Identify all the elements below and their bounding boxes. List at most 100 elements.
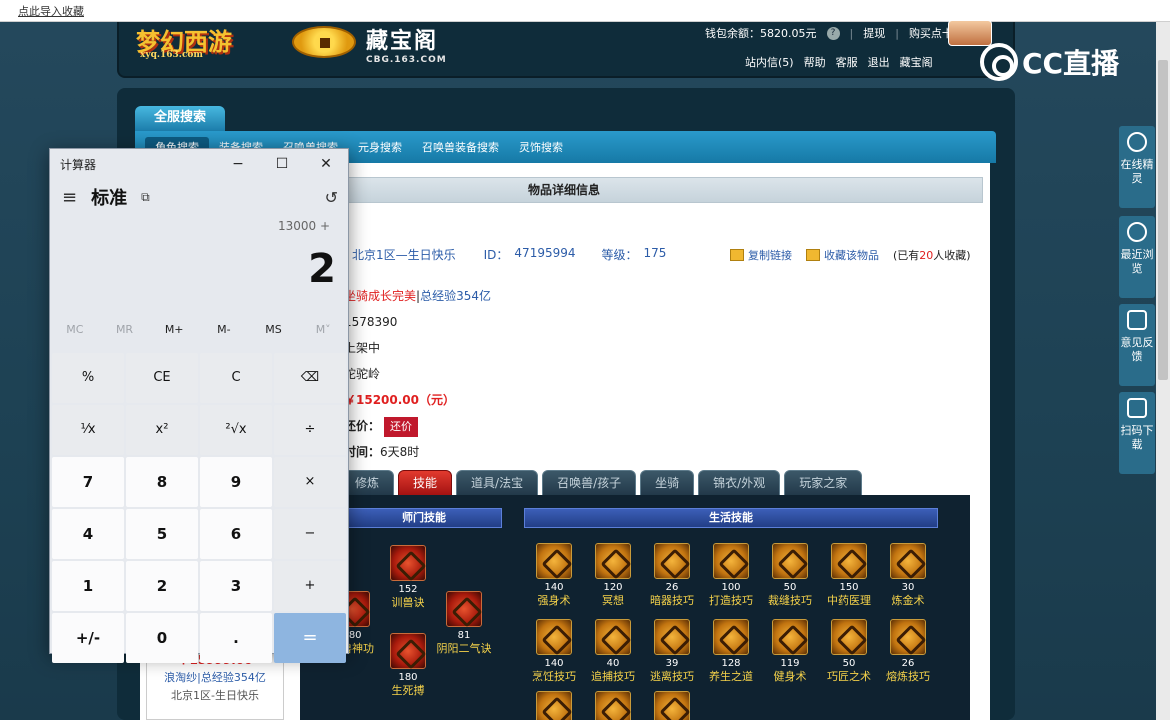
nav-logout[interactable]: 退出 — [868, 54, 890, 70]
sprite-icon — [1127, 132, 1147, 152]
reciprocal-button[interactable]: ¹⁄x — [52, 405, 124, 455]
life-skill[interactable]: 150 中药医理 — [821, 543, 877, 608]
school-skill[interactable]: 152 训兽诀 — [380, 545, 436, 610]
school-skill[interactable]: 81 阴阳二气诀 — [436, 591, 492, 656]
digit-2-button[interactable]: 2 — [126, 561, 198, 611]
rail-recent[interactable]: 最近浏览 — [1119, 216, 1155, 298]
nav-help[interactable]: 帮助 — [804, 54, 826, 70]
life-skill[interactable]: 26 暗器技巧 — [644, 543, 700, 608]
rail-online-sprite[interactable]: 在线精灵 — [1119, 126, 1155, 208]
skill-level: 81 — [457, 630, 471, 641]
server-name[interactable]: 北京1区—生日快乐 — [352, 246, 456, 263]
maximize-icon[interactable]: ☐ — [260, 149, 304, 179]
life-skill[interactable]: 140 烹饪技巧 — [526, 619, 582, 684]
memory-add-button[interactable]: M+ — [149, 313, 199, 347]
rail-scan-download[interactable]: 扫码下载 — [1119, 392, 1155, 474]
life-skill[interactable]: 40 追捕技巧 — [585, 619, 641, 684]
life-skill[interactable]: 39 逃离技巧 — [644, 619, 700, 684]
skill-icon — [595, 691, 631, 720]
buy-card-link[interactable]: 购买点卡 — [909, 25, 953, 41]
life-skill[interactable]: 50 巧匠之术 — [821, 619, 877, 684]
clear-entry-button[interactable]: CE — [126, 353, 198, 403]
digit-7-button[interactable]: 7 — [52, 457, 124, 507]
skill-level: 180 — [398, 672, 418, 683]
life-skill[interactable]: 140 强身术 — [526, 543, 582, 608]
digit-5-button[interactable]: 5 — [126, 509, 198, 559]
clear-button[interactable]: C — [200, 353, 272, 403]
wallet-bar: 钱包余额：5820.05元 ? | 提现 | 购买点卡 — [705, 24, 953, 42]
tab-items[interactable]: 道具/法宝 — [456, 470, 539, 496]
add-button[interactable]: + — [274, 561, 346, 611]
time-row: 时间：6天8时 — [344, 439, 491, 465]
scrollbar-thumb[interactable] — [1158, 60, 1168, 380]
school-skill[interactable]: 180 生死搏 — [380, 633, 436, 698]
life-skill[interactable]: 100 打造技巧 — [703, 543, 759, 608]
total-exp[interactable]: 总经验354亿 — [420, 289, 491, 303]
divide-button[interactable]: ÷ — [274, 405, 346, 455]
tab-pets[interactable]: 召唤兽/孩子 — [542, 470, 637, 496]
withdraw-link[interactable]: 提现 — [863, 25, 885, 41]
copy-link[interactable]: 复制链接 — [748, 247, 792, 263]
nav-service[interactable]: 客服 — [836, 54, 858, 70]
life-skill[interactable]: 120 冥想 — [585, 543, 641, 608]
game-logo[interactable]: 梦幻西游 xyq.163.com — [136, 22, 276, 62]
similar-item-exp[interactable]: 浪淘纱|总经验354亿 — [147, 669, 283, 687]
subnav-yuanshen-search[interactable]: 元身搜索 — [348, 137, 412, 157]
global-search-tab[interactable]: 全服搜索 — [135, 106, 225, 132]
bookmark-link[interactable]: 点此导入收藏 — [18, 3, 84, 19]
memory-recall-button[interactable]: MR — [100, 313, 150, 347]
life-skill[interactable]: 128 养生之道 — [703, 619, 759, 684]
equals-button[interactable]: = — [274, 613, 346, 663]
tab-outfits[interactable]: 锦衣/外观 — [698, 470, 781, 496]
digit-6-button[interactable]: 6 — [200, 509, 272, 559]
digit-9-button[interactable]: 9 — [200, 457, 272, 507]
multiply-button[interactable]: × — [274, 457, 346, 507]
life-skill[interactable]: 119 健身术 — [762, 619, 818, 684]
rail-feedback[interactable]: 意见反馈 — [1119, 304, 1155, 386]
life-skill-partial[interactable] — [526, 691, 582, 720]
digit-3-button[interactable]: 3 — [200, 561, 272, 611]
skill-icon — [654, 619, 690, 655]
skill-level: 40 — [606, 658, 620, 669]
history-icon[interactable]: ↺ — [325, 188, 338, 207]
digit-4-button[interactable]: 4 — [52, 509, 124, 559]
decimal-button[interactable]: . — [200, 613, 272, 663]
subnav-pet-equip-search[interactable]: 召唤兽装备搜索 — [412, 137, 509, 157]
page-scrollbar[interactable] — [1156, 22, 1170, 720]
life-skill[interactable]: 50 裁缝技巧 — [762, 543, 818, 608]
favorite-link[interactable]: 收藏该物品 — [824, 247, 879, 263]
percent-button[interactable]: % — [52, 353, 124, 403]
skill-name: 中药医理 — [827, 594, 871, 607]
digit-8-button[interactable]: 8 — [126, 457, 198, 507]
digit-1-button[interactable]: 1 — [52, 561, 124, 611]
memory-clear-button[interactable]: MC — [50, 313, 100, 347]
game-logo-url: xyq.163.com — [140, 50, 203, 60]
tab-skills[interactable]: 技能 — [398, 470, 453, 496]
digit-0-button[interactable]: 0 — [126, 613, 198, 663]
memory-subtract-button[interactable]: M- — [199, 313, 249, 347]
memory-list-button[interactable]: M˅ — [298, 313, 348, 347]
sqrt-button[interactable]: ²√x — [200, 405, 272, 455]
tab-mounts[interactable]: 坐骑 — [640, 470, 695, 496]
help-icon[interactable]: ? — [826, 26, 840, 40]
tab-home[interactable]: 玩家之家 — [784, 470, 863, 496]
menu-icon[interactable]: ≡ — [62, 187, 77, 208]
nav-cbg[interactable]: 藏宝阁 — [900, 54, 933, 70]
life-skill-partial[interactable] — [644, 691, 700, 720]
keep-on-top-icon[interactable]: ⧉ — [141, 190, 150, 205]
memory-store-button[interactable]: MS — [249, 313, 299, 347]
minimize-icon[interactable]: − — [216, 149, 260, 179]
bargain-button[interactable]: 还价 — [384, 416, 419, 437]
square-button[interactable]: x² — [126, 405, 198, 455]
subnav-lingshi-search[interactable]: 灵饰搜索 — [509, 137, 573, 157]
backspace-button[interactable]: ⌫ — [274, 353, 346, 403]
nav-messages[interactable]: 站内信(5) — [745, 54, 794, 70]
info-line-2: 1578390 — [344, 315, 398, 329]
negate-button[interactable]: +/- — [52, 613, 124, 663]
life-skill-partial[interactable] — [585, 691, 641, 720]
close-icon[interactable]: ✕ — [304, 149, 348, 179]
life-skill[interactable]: 26 熔炼技巧 — [880, 619, 936, 684]
site-logo[interactable]: 藏宝阁 CBG.163.COM — [366, 23, 447, 65]
subtract-button[interactable]: − — [274, 509, 346, 559]
life-skill[interactable]: 30 炼金术 — [880, 543, 936, 608]
